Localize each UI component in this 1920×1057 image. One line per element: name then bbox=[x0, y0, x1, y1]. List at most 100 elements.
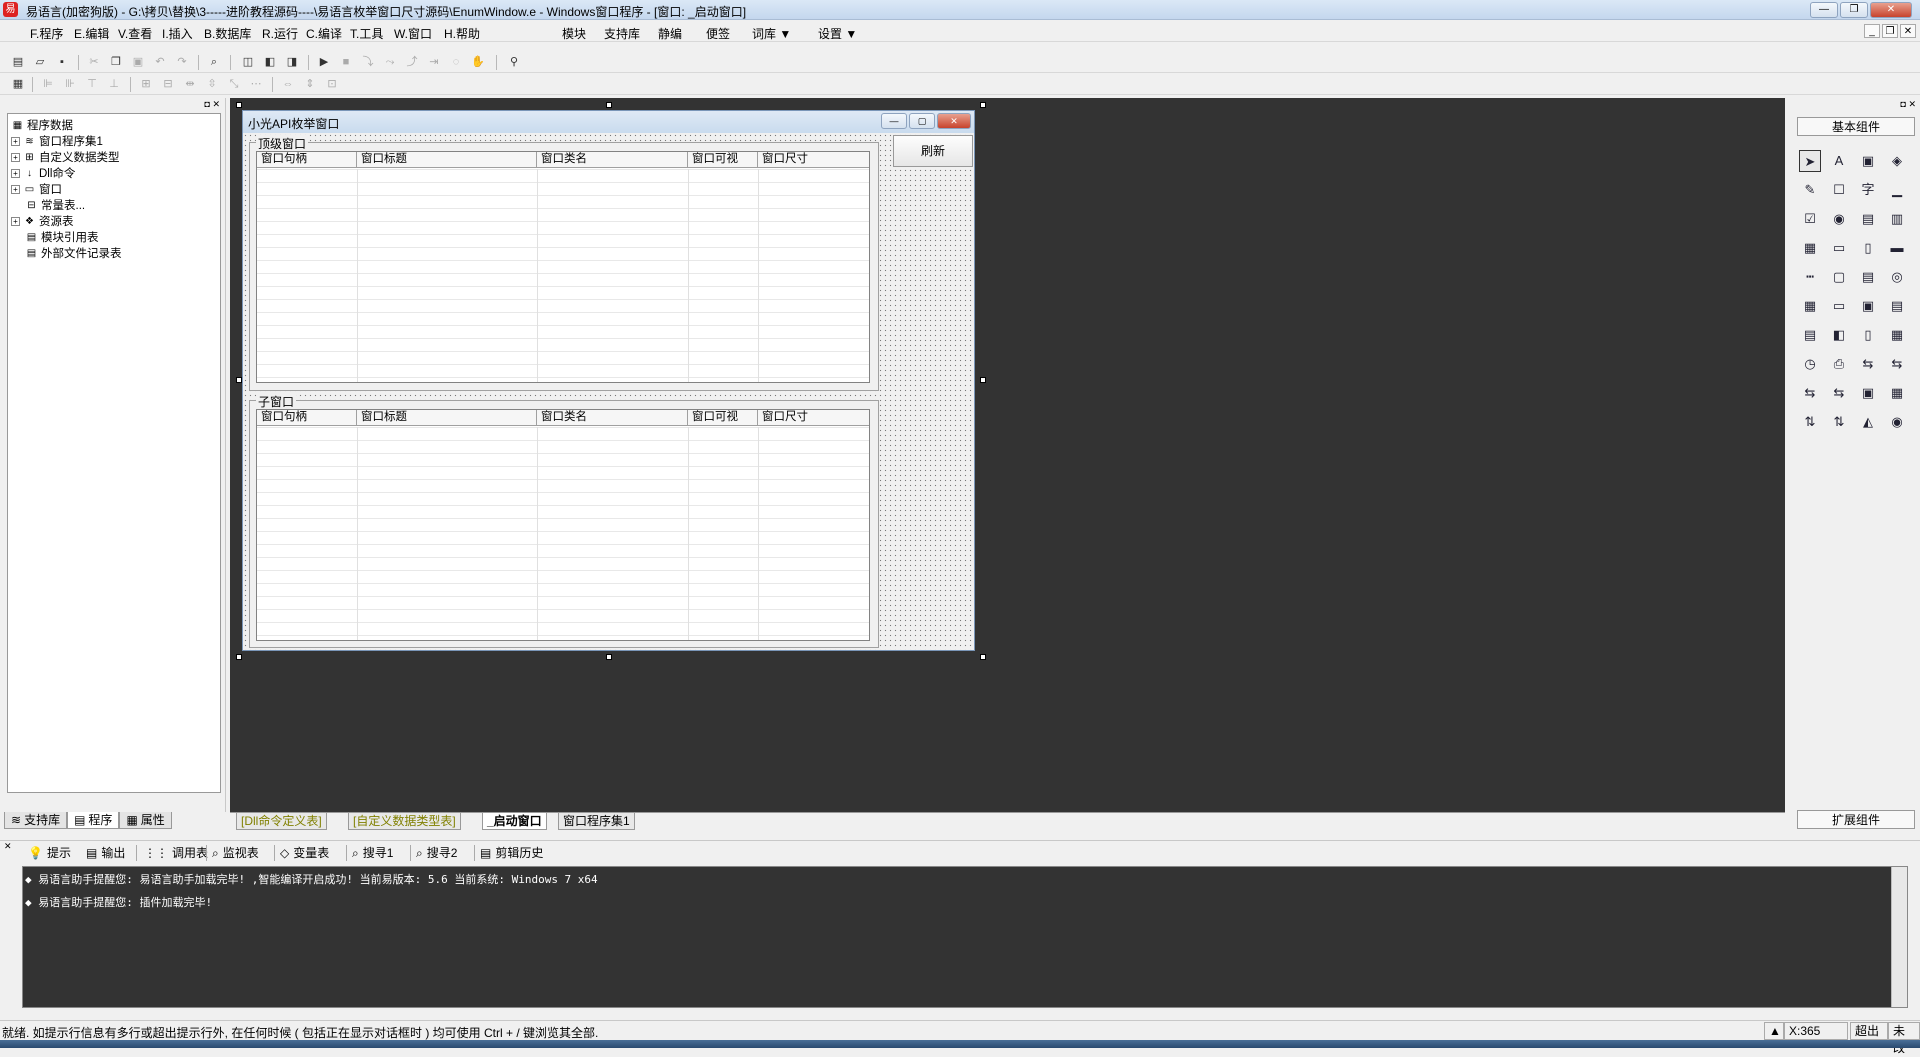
run-to-cursor-icon[interactable]: ⇥ bbox=[426, 55, 442, 70]
align-right-icon[interactable]: ⊪ bbox=[62, 77, 78, 92]
menu-run[interactable]: R.运行 bbox=[262, 25, 298, 42]
component-palette-item-icon[interactable]: ⇅ bbox=[1799, 411, 1821, 433]
tab-basic-components[interactable]: 基本组件 bbox=[1797, 117, 1915, 136]
tree-node-windows[interactable]: + ▭ 窗口 bbox=[11, 181, 62, 197]
col-handle[interactable]: 窗口句柄 bbox=[257, 152, 357, 168]
save-icon[interactable]: ▪ bbox=[54, 55, 70, 70]
component-palette-item-icon[interactable]: ▦ bbox=[1799, 237, 1821, 259]
component-palette-item-icon[interactable]: ▦ bbox=[1886, 382, 1908, 404]
component-palette-item-icon[interactable]: ▭ bbox=[1828, 237, 1850, 259]
col-title[interactable]: 窗口标题 bbox=[357, 410, 537, 426]
menu-static-compile[interactable]: 静编 bbox=[658, 25, 682, 42]
component-palette-item-icon[interactable]: ☑ bbox=[1799, 208, 1821, 230]
component-palette-item-icon[interactable]: ➤ bbox=[1799, 150, 1821, 172]
component-palette-item-icon[interactable]: ▣ bbox=[1857, 382, 1879, 404]
tab-startup-window[interactable]: _启动窗口 bbox=[482, 813, 547, 830]
output-scrollbar[interactable] bbox=[1891, 867, 1907, 1007]
close-icon[interactable]: ✕ bbox=[4, 841, 12, 852]
component-palette-item-icon[interactable]: ▭ bbox=[1828, 295, 1850, 317]
redo-icon[interactable]: ↷ bbox=[174, 55, 190, 70]
component-palette-item-icon[interactable]: A bbox=[1828, 150, 1850, 172]
tab-properties[interactable]: ▦属性 bbox=[119, 812, 171, 829]
component-palette-item-icon[interactable]: ▤ bbox=[1799, 324, 1821, 346]
paste-icon[interactable]: ▣ bbox=[130, 55, 146, 70]
tab-program[interactable]: ▤程序 bbox=[67, 812, 119, 829]
resize-handle[interactable] bbox=[236, 654, 242, 660]
group-child-windows[interactable]: 子窗口 窗口句柄 窗口标题 窗口类名 窗口可视 窗口尺寸 bbox=[249, 400, 879, 648]
menu-insert[interactable]: I.插入 bbox=[162, 25, 193, 42]
menu-module[interactable]: 模块 bbox=[562, 25, 586, 42]
component-palette-item-icon[interactable]: ✎ bbox=[1799, 179, 1821, 201]
tree-node-class[interactable]: + ≋ 窗口程序集1 bbox=[11, 133, 103, 149]
menu-compile[interactable]: C.编译 bbox=[306, 25, 342, 42]
undo-icon[interactable]: ↶ bbox=[152, 55, 168, 70]
col-visible[interactable]: 窗口可视 bbox=[688, 152, 758, 168]
expand-icon[interactable]: + bbox=[11, 185, 20, 194]
component-palette-item-icon[interactable]: ◷ bbox=[1799, 353, 1821, 375]
designed-window[interactable]: 小光API枚举窗口 — ▢ ✕ 顶级窗口 窗口句柄 窗口标题 窗口类名 窗口可视… bbox=[242, 110, 975, 651]
component-palette-item-icon[interactable]: ◉ bbox=[1828, 208, 1850, 230]
menu-settings[interactable]: 设置 ▼ bbox=[818, 25, 857, 42]
copy-icon[interactable]: ❐ bbox=[108, 55, 124, 70]
tab-dll-table[interactable]: [Dll命令定义表] bbox=[236, 813, 327, 830]
col-class[interactable]: 窗口类名 bbox=[537, 410, 688, 426]
same-height-icon[interactable]: ⇳ bbox=[204, 77, 220, 92]
layout-2-icon[interactable]: ◧ bbox=[262, 55, 278, 70]
component-palette-item-icon[interactable]: ◉ bbox=[1886, 411, 1908, 433]
tree-node-external-files[interactable]: ▤ 外部文件记录表 bbox=[25, 245, 122, 261]
component-palette-item-icon[interactable]: ▢ bbox=[1828, 266, 1850, 288]
menu-edit[interactable]: E.编辑 bbox=[74, 25, 109, 42]
component-palette-item-icon[interactable]: ⇅ bbox=[1828, 411, 1850, 433]
stop-icon[interactable]: ■ bbox=[338, 55, 354, 70]
maximize-button[interactable]: ❐ bbox=[1840, 2, 1868, 18]
tab-watch[interactable]: ⌕监视表 bbox=[212, 844, 259, 862]
component-palette-item-icon[interactable]: ▥ bbox=[1886, 208, 1908, 230]
tab-variables[interactable]: ◇变量表 bbox=[280, 844, 329, 862]
new-file-icon[interactable]: ▤ bbox=[10, 55, 26, 70]
find-icon[interactable]: ⌕ bbox=[206, 55, 222, 70]
resize-handle[interactable] bbox=[980, 102, 986, 108]
expand-icon[interactable]: + bbox=[11, 169, 20, 178]
component-palette-item-icon[interactable]: ☐ bbox=[1828, 179, 1850, 201]
tab-support-lib[interactable]: ≋支持库 bbox=[4, 812, 67, 829]
step-out-icon[interactable]: ⤴ bbox=[404, 55, 420, 70]
component-palette-item-icon[interactable]: ▤ bbox=[1857, 208, 1879, 230]
resize-handle[interactable] bbox=[980, 377, 986, 383]
resize-handle[interactable] bbox=[236, 102, 242, 108]
tab-search-1[interactable]: ⌕搜寻1 bbox=[352, 844, 393, 862]
group-top-level[interactable]: 顶级窗口 窗口句柄 窗口标题 窗口类名 窗口可视 窗口尺寸 bbox=[249, 142, 879, 391]
menu-tools[interactable]: T.工具 bbox=[350, 25, 383, 42]
layout-3-icon[interactable]: ◨ bbox=[284, 55, 300, 70]
expand-icon[interactable]: + bbox=[11, 217, 20, 226]
component-palette-item-icon[interactable]: ▣ bbox=[1857, 150, 1879, 172]
refresh-button[interactable]: 刷新 bbox=[893, 135, 973, 167]
tree-node-constants[interactable]: ⊟ 常量表... bbox=[25, 197, 85, 213]
component-palette-item-icon[interactable]: ⇆ bbox=[1886, 353, 1908, 375]
tab-call-stack[interactable]: ⋮⋮调用表 bbox=[144, 844, 208, 862]
component-palette-item-icon[interactable]: ▁ bbox=[1886, 179, 1908, 201]
component-palette-item-icon[interactable]: ⇆ bbox=[1799, 382, 1821, 404]
component-palette-item-icon[interactable]: ▯ bbox=[1857, 324, 1879, 346]
panel-pin-close-icon[interactable]: ◘ ✕ bbox=[1901, 99, 1916, 110]
component-palette-item-icon[interactable]: ◧ bbox=[1828, 324, 1850, 346]
align-top-icon[interactable]: ⊤ bbox=[84, 77, 100, 92]
tab-extended-components[interactable]: 扩展组件 bbox=[1797, 810, 1915, 829]
listview-top-level[interactable]: 窗口句柄 窗口标题 窗口类名 窗口可视 窗口尺寸 bbox=[256, 151, 870, 383]
component-palette-item-icon[interactable]: ⇆ bbox=[1828, 382, 1850, 404]
component-palette-item-icon[interactable]: ⎙ bbox=[1828, 353, 1850, 375]
tab-custom-types[interactable]: [自定义数据类型表] bbox=[348, 813, 461, 830]
col-handle[interactable]: 窗口句柄 bbox=[257, 410, 357, 426]
menu-lexicon[interactable]: 词库 ▼ bbox=[752, 25, 791, 42]
tab-search-2[interactable]: ⌕搜寻2 bbox=[416, 844, 457, 862]
col-class[interactable]: 窗口类名 bbox=[537, 152, 688, 168]
menu-view[interactable]: V.查看 bbox=[118, 25, 152, 42]
menu-notes[interactable]: 便签 bbox=[706, 25, 730, 42]
center-h-icon[interactable]: ⊞ bbox=[138, 77, 154, 92]
resize-handle[interactable] bbox=[606, 654, 612, 660]
output-panel[interactable]: ◆ 易语言助手提醒您: 易语言助手加载完毕! ,智能编译开启成功! 当前易版本:… bbox=[22, 866, 1908, 1008]
component-palette-item-icon[interactable]: ▦ bbox=[1886, 324, 1908, 346]
tab-window-class[interactable]: 窗口程序集1 bbox=[558, 813, 635, 830]
cut-icon[interactable]: ✂ bbox=[86, 55, 102, 70]
fit-icon[interactable]: ⊡ bbox=[324, 77, 340, 92]
listview-child[interactable]: 窗口句柄 窗口标题 窗口类名 窗口可视 窗口尺寸 bbox=[256, 409, 870, 641]
